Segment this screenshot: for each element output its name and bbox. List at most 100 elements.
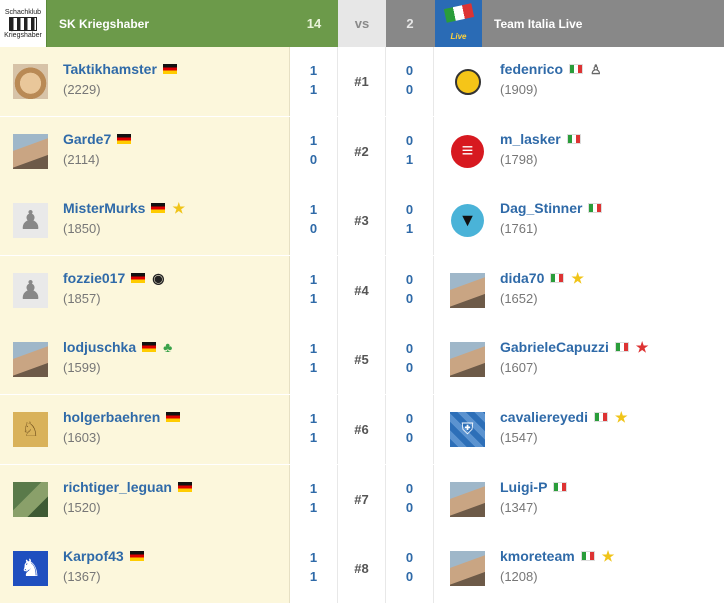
vs-label: vs (338, 0, 386, 47)
right-player-cell: dida70 ★ (1652) (434, 255, 724, 325)
team-italia-logo[interactable]: Live (435, 0, 482, 47)
italy-flag-icon (553, 481, 568, 492)
left-game-1-score[interactable]: 1 (290, 481, 337, 496)
player-rating: (1850) (63, 221, 101, 237)
left-game-1-score[interactable]: 1 (290, 133, 337, 148)
player-rating: (1909) (500, 82, 538, 97)
smiley-avatar[interactable] (450, 64, 485, 99)
left-game-1-score[interactable]: 1 (290, 63, 337, 78)
left-game-1-score[interactable]: 1 (290, 202, 337, 217)
italy-flag-icon (569, 64, 584, 74)
player-name[interactable]: fozzie017 ◉ (63, 270, 164, 286)
player-name[interactable]: holgerbaehren (63, 409, 181, 425)
right-player-cell: ▼ Dag_Stinner (1761) (434, 186, 724, 256)
right-game-2-score[interactable]: 0 (386, 82, 433, 97)
left-game-2-score[interactable]: 0 (290, 152, 337, 167)
italy-flag-icon (614, 342, 629, 353)
left-game-1-score[interactable]: 1 (290, 411, 337, 426)
player-name[interactable]: dida70 ★ (500, 270, 584, 286)
left-game-1-score[interactable]: 1 (290, 272, 337, 287)
player-name[interactable]: Taktikhamster (63, 61, 177, 77)
sk-kriegshaber-logo[interactable]: Schachklub Kriegshaber (0, 0, 47, 47)
right-player-cell: Luigi-P (1347) (434, 464, 724, 534)
photo-avatar[interactable] (450, 551, 485, 587)
right-game-1-score[interactable]: 0 (386, 481, 433, 496)
player-name[interactable]: lodjuschka ♣ (63, 339, 172, 355)
shield-avatar[interactable]: ⛨ (450, 412, 485, 447)
right-game-2-score[interactable]: 0 (386, 569, 433, 584)
player-rating: (1857) (63, 290, 101, 306)
player-name[interactable]: MisterMurks ★ (63, 200, 185, 216)
photo-avatar[interactable] (13, 133, 48, 169)
left-player-cell: ♟ MisterMurks ★ (1850) (0, 186, 290, 256)
board-row: ♞ Karpof43 (1367) 1 1 #8 0 0 kmoreteam ★ … (0, 534, 724, 604)
board-row: ♟ fozzie017 ◉ (1857) 1 1 #4 0 0 dida70 ★ (… (0, 255, 724, 325)
left-scores: 1 0 (290, 186, 338, 256)
board-row: Garde7 (2114) 1 0 #2 0 1 ≡ m_lasker (179… (0, 116, 724, 186)
player-name[interactable]: Garde7 (63, 131, 132, 147)
left-game-2-score[interactable]: 1 (290, 500, 337, 515)
hamster-avatar[interactable] (13, 64, 48, 99)
photo-avatar[interactable] (450, 342, 485, 378)
board-row: ♟ MisterMurks ★ (1850) 1 0 #3 0 1 ▼ Dag_S… (0, 186, 724, 256)
giraffe-avatar[interactable]: ♘ (13, 412, 48, 447)
right-game-2-score[interactable]: 0 (386, 360, 433, 375)
player-name[interactable]: richtiger_leguan (63, 479, 192, 495)
right-game-1-score[interactable]: 0 (386, 202, 433, 217)
chessboard-icon (9, 16, 37, 31)
star-icon: ★ (571, 269, 584, 286)
photo-avatar[interactable] (450, 481, 485, 517)
right-team-name[interactable]: Team Italia Live (494, 17, 582, 31)
player-name[interactable]: Dag_Stinner (500, 200, 603, 216)
left-game-2-score[interactable]: 1 (290, 430, 337, 445)
right-game-2-score[interactable]: 1 (386, 221, 433, 236)
pawn-avatar[interactable]: ♟ (13, 272, 48, 308)
right-game-1-score[interactable]: 0 (386, 341, 433, 356)
blue-knight-avatar[interactable]: ♞ (13, 551, 48, 587)
player-name[interactable]: GabrieleCapuzzi ★ (500, 339, 648, 355)
right-team-header: Live Team Italia Live (434, 0, 724, 47)
left-scores: 1 1 (290, 395, 338, 464)
player-name[interactable]: Karpof43 (63, 548, 144, 564)
pawn-avatar[interactable]: ♟ (13, 203, 48, 239)
wolf-avatar[interactable]: ▼ (450, 203, 485, 238)
player-name[interactable]: m_lasker (500, 131, 581, 147)
player-name[interactable]: Luigi-P (500, 479, 568, 495)
left-game-2-score[interactable]: 1 (290, 82, 337, 97)
right-game-2-score[interactable]: 0 (386, 430, 433, 445)
right-game-1-score[interactable]: 0 (386, 63, 433, 78)
right-game-2-score[interactable]: 0 (386, 500, 433, 515)
germany-flag-icon (166, 412, 181, 422)
player-name[interactable]: kmoreteam ★ (500, 548, 614, 564)
right-game-2-score[interactable]: 0 (386, 291, 433, 306)
left-game-2-score[interactable]: 1 (290, 360, 337, 375)
red-logo-avatar[interactable]: ≡ (450, 134, 485, 169)
star-icon: ★ (614, 409, 628, 425)
board-number: #7 (338, 464, 386, 534)
italy-flag-icon (443, 3, 475, 23)
right-game-1-score[interactable]: 0 (386, 411, 433, 426)
player-name[interactable]: cavaliereyedi ★ (500, 409, 628, 425)
player-rating: (1367) (63, 569, 101, 585)
left-game-2-score[interactable]: 1 (290, 291, 337, 306)
left-game-1-score[interactable]: 1 (290, 550, 337, 565)
right-game-1-score[interactable]: 0 (386, 133, 433, 148)
player-name[interactable]: fedenrico ♙ (500, 61, 602, 77)
left-game-2-score[interactable]: 1 (290, 569, 337, 584)
right-game-1-score[interactable]: 0 (386, 550, 433, 565)
left-game-2-score[interactable]: 0 (290, 221, 337, 236)
photo-avatar[interactable] (13, 342, 48, 378)
germany-flag-icon (129, 551, 144, 562)
left-team-name[interactable]: SK Kriegshaber (59, 17, 149, 31)
right-scores: 0 0 (386, 325, 434, 395)
germany-flag-icon (177, 481, 192, 492)
left-game-1-score[interactable]: 1 (290, 341, 337, 356)
right-game-1-score[interactable]: 0 (386, 272, 433, 287)
iguana-avatar[interactable] (13, 481, 48, 517)
right-game-2-score[interactable]: 1 (386, 152, 433, 167)
board-row: richtiger_leguan (1520) 1 1 #7 0 0 Luigi… (0, 464, 724, 534)
left-player-cell: ♘ holgerbaehren (1603) (0, 395, 290, 464)
left-player-cell: ♟ fozzie017 ◉ (1857) (0, 255, 290, 325)
photo-avatar[interactable] (450, 272, 485, 308)
panda-icon: ◉ (152, 269, 165, 286)
